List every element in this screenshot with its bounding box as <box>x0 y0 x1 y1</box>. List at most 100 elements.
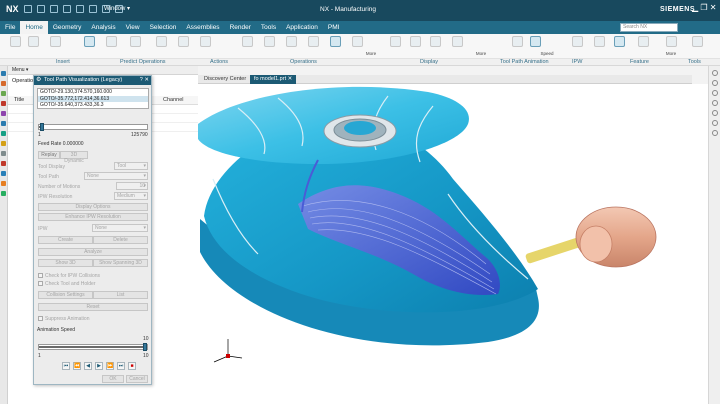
menu-view[interactable]: View <box>121 21 145 34</box>
play-forward-button[interactable]: ▶ <box>95 362 103 370</box>
shaded-icon[interactable] <box>711 110 718 116</box>
ipw-resolution-select[interactable]: Medium <box>114 192 148 200</box>
menu-home[interactable]: Home <box>20 21 48 34</box>
menu-selection[interactable]: Selection <box>145 21 182 34</box>
ribbon-command-icon[interactable] <box>424 36 446 48</box>
more-label[interactable]: More <box>470 51 492 56</box>
web-browser-icon[interactable] <box>1 131 6 136</box>
window-menu[interactable]: Window ▾ <box>104 5 130 12</box>
ribbon-command-icon[interactable] <box>524 36 546 48</box>
ribbon-command-icon[interactable] <box>608 36 630 48</box>
ribbon-command-icon[interactable] <box>324 36 346 48</box>
step-forward-button[interactable]: ⏩ <box>106 362 114 370</box>
history-icon[interactable] <box>1 141 6 146</box>
analyze-button[interactable]: Analyze <box>38 248 148 256</box>
animation-speed-thumb[interactable] <box>143 343 147 351</box>
ribbon-command-icon[interactable] <box>194 36 216 48</box>
ribbon-command-icon[interactable] <box>150 36 172 48</box>
menu-render[interactable]: Render <box>225 21 256 34</box>
pan-icon[interactable] <box>711 100 718 106</box>
speed-label[interactable]: Speed <box>536 51 558 56</box>
ribbon-command-icon[interactable] <box>258 36 280 48</box>
num-motions-input[interactable]: 10 <box>116 182 148 190</box>
process-studio-icon[interactable] <box>1 171 6 176</box>
close-icon[interactable]: ? ✕ <box>140 76 149 85</box>
motion-slider[interactable] <box>38 123 148 131</box>
ribbon-command-icon[interactable] <box>280 36 302 48</box>
tool-display-select[interactable]: Tool <box>114 162 148 170</box>
window-controls[interactable]: ▁ ❐ ✕ <box>692 3 716 12</box>
ribbon-command-icon[interactable] <box>22 36 44 48</box>
suppress-animation-checkbox[interactable] <box>38 316 43 321</box>
system-materials-icon[interactable] <box>1 161 6 166</box>
cancel-button[interactable]: Cancel <box>126 375 148 383</box>
display-options-button[interactable]: Display Options <box>38 203 148 211</box>
ribbon-command-icon[interactable] <box>404 36 426 48</box>
show-3d-button[interactable]: Show 3D <box>38 259 93 267</box>
ok-button[interactable]: OK <box>102 375 124 383</box>
save-icon[interactable] <box>24 5 32 13</box>
motion-slider-thumb[interactable] <box>40 123 45 131</box>
machine-tool-navigator-icon[interactable] <box>1 191 6 196</box>
navigator-icon[interactable] <box>1 71 6 76</box>
goto-line[interactable]: GOTO/-35.640,373.433,36.3 <box>38 102 148 108</box>
tab-model[interactable]: fo model1.prt ✕ <box>250 75 297 84</box>
collision-settings-button[interactable]: Collision Settings <box>38 291 93 299</box>
more-label[interactable]: More <box>660 51 682 56</box>
redo-icon[interactable] <box>50 5 58 13</box>
animation-speed-slider[interactable] <box>38 343 148 351</box>
menu-file[interactable]: File <box>0 21 20 34</box>
menu-assemblies[interactable]: Assemblies <box>181 21 224 34</box>
ipw-select[interactable]: None <box>92 224 148 232</box>
clip-icon[interactable] <box>711 120 718 126</box>
ribbon-command-icon[interactable] <box>566 36 588 48</box>
rotate-icon[interactable] <box>711 90 718 96</box>
gear-icon[interactable]: ⚙ <box>36 76 41 85</box>
enhance-ipw-button[interactable]: Enhance IPW Resolution <box>38 213 148 221</box>
create-button[interactable]: Create <box>38 236 93 244</box>
ribbon-command-icon[interactable] <box>446 36 468 48</box>
fit-view-icon[interactable] <box>711 70 718 76</box>
goto-list[interactable]: GOTO/-29.130,374.570,160.000 GOTO/-35.77… <box>37 88 149 109</box>
ribbon-command-icon[interactable] <box>588 36 610 48</box>
menu-application[interactable]: Application <box>281 21 323 34</box>
play-reverse-button[interactable]: ◀ <box>84 362 92 370</box>
copy-icon[interactable] <box>76 5 84 13</box>
manufacturing-wizards-icon[interactable] <box>1 181 6 186</box>
search-input[interactable]: Search NX <box>620 23 678 32</box>
assembly-navigator-icon[interactable] <box>1 91 6 96</box>
last-frame-button[interactable]: ⏭ <box>117 362 125 370</box>
check-tool-holder-checkbox[interactable] <box>38 281 43 286</box>
ribbon-command-icon[interactable] <box>172 36 194 48</box>
first-frame-button[interactable]: ⏮ <box>62 362 70 370</box>
step-back-button[interactable]: ⏪ <box>73 362 81 370</box>
ribbon-command-icon[interactable] <box>78 36 100 48</box>
menu-analysis[interactable]: Analysis <box>86 21 120 34</box>
paste-icon[interactable] <box>89 5 97 13</box>
ribbon-command-icon[interactable] <box>686 36 708 48</box>
reset-button[interactable]: Reset <box>38 303 148 311</box>
ribbon-command-icon[interactable] <box>660 36 682 48</box>
delete-button[interactable]: Delete <box>93 236 148 244</box>
constraint-navigator-icon[interactable] <box>1 101 6 106</box>
more-label[interactable]: More <box>360 51 382 56</box>
cut-icon[interactable] <box>63 5 71 13</box>
list-button[interactable]: List <box>93 291 148 299</box>
ribbon-command-icon[interactable] <box>384 36 406 48</box>
ribbon-command-icon[interactable] <box>44 36 66 48</box>
show-spanning-3d-button[interactable]: Show Spanning 3D <box>93 259 148 267</box>
roles-icon[interactable] <box>1 151 6 156</box>
orient-icon[interactable] <box>711 130 718 136</box>
part-navigator-icon[interactable] <box>1 81 6 86</box>
ribbon-command-icon[interactable] <box>346 36 368 48</box>
tool-path-select[interactable]: None <box>84 172 148 180</box>
ribbon-command-icon[interactable] <box>302 36 324 48</box>
reuse-library-icon[interactable] <box>1 111 6 116</box>
ribbon-command-icon[interactable] <box>124 36 146 48</box>
tab-discovery-center[interactable]: Discovery Center <box>200 75 250 84</box>
menu-geometry[interactable]: Geometry <box>48 21 87 34</box>
undo-icon[interactable] <box>37 5 45 13</box>
check-ipw-collisions-checkbox[interactable] <box>38 273 43 278</box>
tab-3d-dynamic[interactable]: 3D Dynamic <box>60 151 88 164</box>
menu-tools[interactable]: Tools <box>256 21 281 34</box>
